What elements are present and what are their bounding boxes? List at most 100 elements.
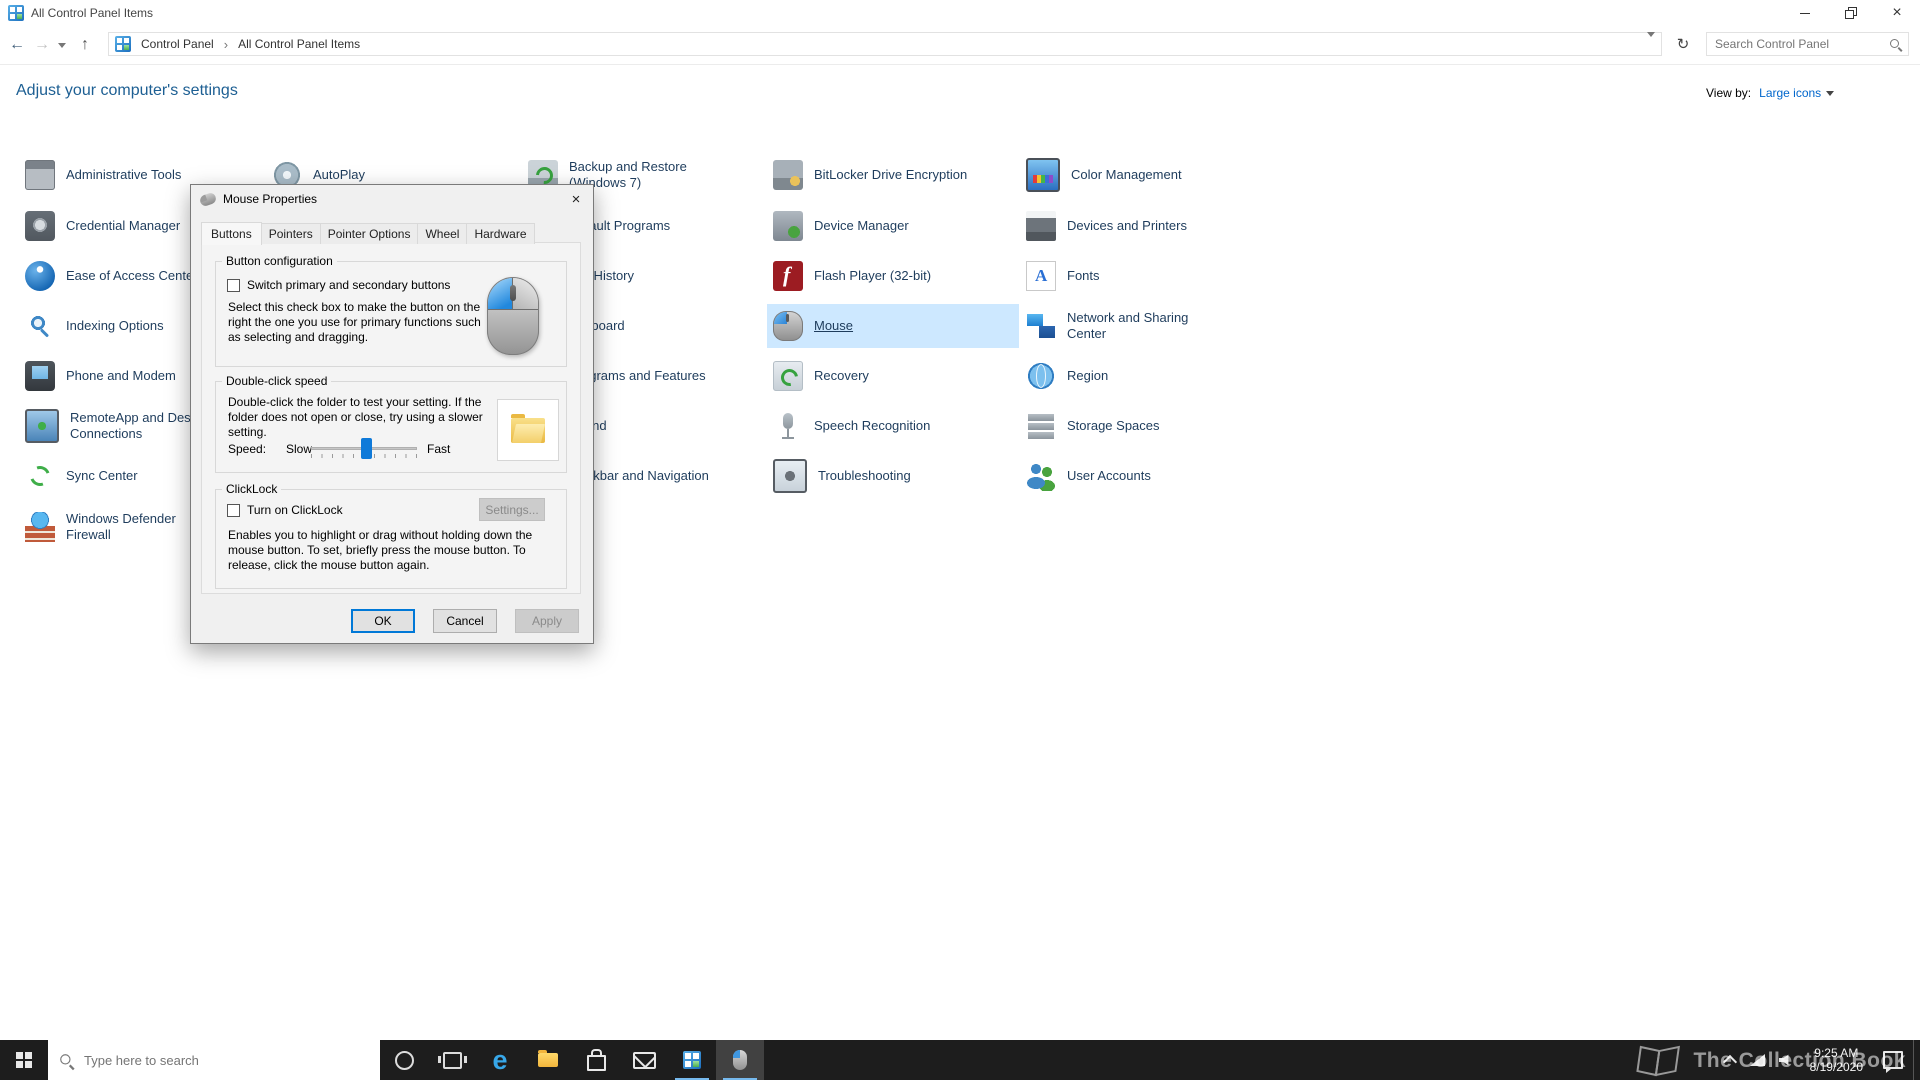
breadcrumb-all-control-panel-items[interactable]: All Control Panel Items <box>235 35 363 53</box>
back-button[interactable]: ← <box>4 26 30 64</box>
control-panel-item-label: Troubleshooting <box>818 468 911 484</box>
show-hidden-icons-button[interactable] <box>1716 1040 1744 1080</box>
taskbar-app-mouse-properties[interactable] <box>716 1040 764 1080</box>
control-panel-item-mouse[interactable]: Mouse <box>767 304 1019 348</box>
up-button[interactable]: ↑ <box>72 26 98 64</box>
control-panel-item-label: Windows Defender Firewall <box>66 511 176 543</box>
address-dropdown-button[interactable] <box>1647 37 1655 51</box>
button-configuration-description: Select this check box to make the button… <box>228 300 486 345</box>
test-folder-icon[interactable] <box>511 418 545 443</box>
search-input[interactable] <box>1713 36 1885 52</box>
control-panel-item-bitlocker[interactable]: BitLocker Drive Encryption <box>767 153 1019 197</box>
phone-modem-icon <box>25 361 55 391</box>
taskbar-app-control-panel[interactable] <box>668 1040 716 1080</box>
ok-button[interactable]: OK <box>351 609 415 633</box>
chevron-down-icon <box>1647 32 1655 51</box>
view-by-control: View by: Large icons <box>1706 86 1834 100</box>
tab-pointers[interactable]: Pointers <box>261 223 321 244</box>
tab-pointer-options[interactable]: Pointer Options <box>320 223 419 244</box>
control-panel-item-label: Ease of Access Center <box>66 268 198 284</box>
dialog-tabs: ButtonsPointersPointer OptionsWheelHardw… <box>201 221 534 244</box>
forward-button[interactable]: → <box>30 26 54 64</box>
switch-buttons-checkbox[interactable] <box>227 279 240 292</box>
clock-date: 8/19/2020 <box>1810 1060 1863 1074</box>
address-bar-location-icon <box>115 36 131 52</box>
refresh-icon: ↻ <box>1677 35 1690 53</box>
clicklock-checkbox-row[interactable]: Turn on ClickLock <box>227 503 343 517</box>
control-panel-item-user-accounts[interactable]: User Accounts <box>1020 454 1272 498</box>
control-panel-item-label: Device Manager <box>814 218 909 234</box>
control-panel-item-label: Region <box>1067 368 1108 384</box>
mouse-properties-icon <box>733 1050 747 1070</box>
action-center-icon <box>1883 1051 1903 1069</box>
defender-firewall-icon <box>25 512 55 542</box>
devices-printers-icon <box>1026 211 1056 241</box>
cancel-button[interactable]: Cancel <box>433 609 497 633</box>
task-view-button[interactable] <box>428 1040 476 1080</box>
taskbar-app-store[interactable] <box>572 1040 620 1080</box>
volume-tray-button[interactable] <box>1772 1040 1800 1080</box>
address-bar[interactable]: Control Panel › All Control Panel Items <box>108 32 1662 56</box>
control-panel-item-speech-recognition[interactable]: Speech Recognition <box>767 404 1019 448</box>
close-icon: × <box>1892 5 1901 21</box>
control-panel-item-network-sharing[interactable]: Network and Sharing Center <box>1020 304 1272 348</box>
navigation-bar: ← → ↑ Control Panel › All Control Panel … <box>0 26 1920 65</box>
control-panel-item-region[interactable]: Region <box>1020 354 1272 398</box>
clicklock-checkbox[interactable] <box>227 504 240 517</box>
switch-buttons-checkbox-label: Switch primary and secondary buttons <box>247 278 450 292</box>
taskbar-app-file-explorer[interactable] <box>524 1040 572 1080</box>
taskbar-app-mail[interactable] <box>620 1040 668 1080</box>
taskbar-apps: e <box>476 1040 764 1080</box>
control-panel-item-label: Administrative Tools <box>66 167 181 183</box>
control-panel-item-recovery[interactable]: Recovery <box>767 354 1019 398</box>
mouse-wheel-graphic <box>510 285 516 301</box>
control-panel-item-troubleshooting[interactable]: Troubleshooting <box>767 454 1019 498</box>
control-panel-item-fonts[interactable]: Fonts <box>1020 254 1272 298</box>
close-icon: × <box>572 191 581 208</box>
page-title: Adjust your computer's settings <box>16 82 238 100</box>
switch-buttons-checkbox-row[interactable]: Switch primary and secondary buttons <box>227 278 450 292</box>
network-tray-button[interactable] <box>1744 1040 1772 1080</box>
ease-of-access-icon <box>25 261 55 291</box>
taskbar-search <box>48 1040 380 1080</box>
tab-wheel[interactable]: Wheel <box>417 223 467 244</box>
restore-button[interactable] <box>1828 0 1874 26</box>
control-panel-item-devices-printers[interactable]: Devices and Printers <box>1020 204 1272 248</box>
control-panel-item-flash-player[interactable]: Flash Player (32-bit) <box>767 254 1019 298</box>
refresh-button[interactable]: ↻ <box>1668 32 1698 56</box>
system-tray: 9:25 AM 8/19/2020 <box>1716 1040 1920 1080</box>
back-icon: ← <box>9 36 25 54</box>
minimize-button[interactable] <box>1782 0 1828 26</box>
control-panel-item-label: Phone and Modem <box>66 368 176 384</box>
mouse-icon <box>773 311 803 341</box>
show-desktop-button[interactable] <box>1913 1040 1920 1080</box>
minimize-icon <box>1800 13 1810 14</box>
taskbar-clock[interactable]: 9:25 AM 8/19/2020 <box>1800 1046 1873 1074</box>
dialog-titlebar[interactable]: Mouse Properties × <box>191 185 593 213</box>
close-button[interactable]: × <box>1874 0 1920 26</box>
control-panel-item-label: Mouse <box>814 318 853 334</box>
cortana-button[interactable] <box>380 1040 428 1080</box>
tab-buttons[interactable]: Buttons <box>201 222 262 245</box>
double-click-test-area[interactable] <box>497 399 559 461</box>
device-manager-icon <box>773 211 803 241</box>
breadcrumb-control-panel[interactable]: Control Panel <box>138 35 217 53</box>
tab-hardware[interactable]: Hardware <box>466 223 534 244</box>
control-panel-item-storage-spaces[interactable]: Storage Spaces <box>1020 404 1272 448</box>
control-panel-item-device-manager[interactable]: Device Manager <box>767 204 1019 248</box>
view-by-dropdown[interactable]: Large icons <box>1759 86 1834 100</box>
apply-button[interactable]: Apply <box>515 609 579 633</box>
recent-locations-button[interactable] <box>54 26 70 64</box>
clicklock-settings-button[interactable]: Settings... <box>479 498 545 521</box>
control-panel-item-color-management[interactable]: Color Management <box>1020 153 1272 197</box>
double-click-speed-slider-thumb[interactable] <box>361 438 372 459</box>
double-click-speed-slider[interactable] <box>311 437 417 463</box>
dialog-close-button[interactable]: × <box>559 185 593 213</box>
action-center-button[interactable] <box>1873 1040 1913 1080</box>
fonts-icon <box>1026 261 1056 291</box>
search-icon <box>1889 38 1902 51</box>
sync-center-icon <box>25 461 55 491</box>
start-button[interactable] <box>0 1040 48 1080</box>
taskbar-search-input[interactable] <box>82 1052 336 1069</box>
taskbar-app-edge[interactable]: e <box>476 1040 524 1080</box>
